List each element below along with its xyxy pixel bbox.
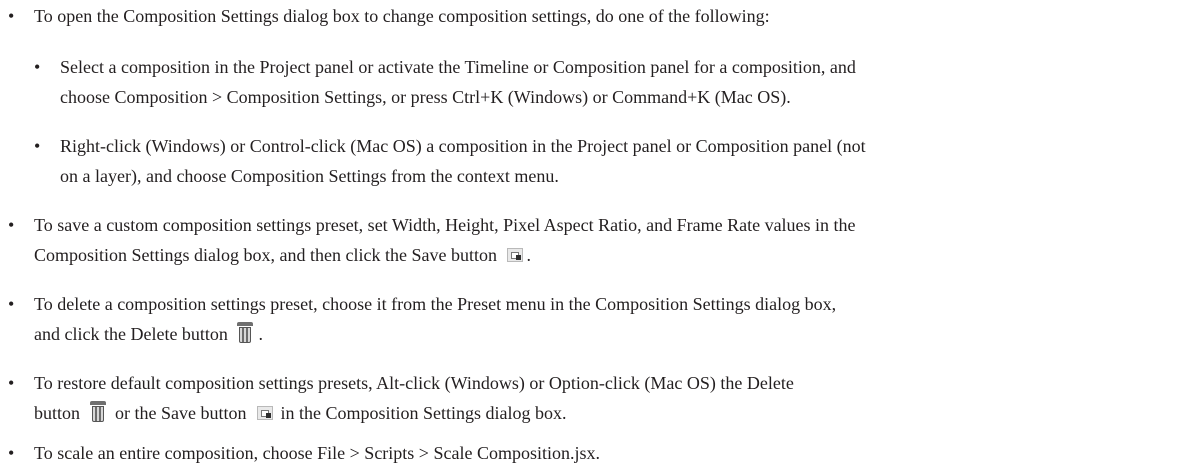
list-item-text-line: Select a composition in the Project pane… xyxy=(60,57,856,77)
list-item: • To open the Composition Settings dialo… xyxy=(8,3,1184,29)
bullet: • xyxy=(8,373,15,393)
bullet: • xyxy=(8,443,15,463)
list-item: • Right-click (Windows) or Control-click… xyxy=(34,133,1180,189)
list-item-text-line: Right-click (Windows) or Control-click (… xyxy=(60,136,866,156)
list-item: • To save a custom composition settings … xyxy=(8,212,1184,268)
text-fragment: in the Composition Settings dialog box. xyxy=(276,403,567,423)
list-item: • To delete a composition settings prese… xyxy=(8,291,1184,347)
list-item-text-line: on a layer), and choose Composition Sett… xyxy=(60,166,559,186)
list-item-text: To scale an entire composition, choose F… xyxy=(34,443,600,463)
list-item: • To restore default composition setting… xyxy=(8,370,1184,426)
list-item-text-line: To save a custom composition settings pr… xyxy=(34,215,856,235)
text-fragment: button xyxy=(34,403,85,423)
bullet: • xyxy=(34,57,41,77)
text-fragment: . xyxy=(258,324,263,344)
trash-icon xyxy=(236,321,254,344)
text-fragment: . xyxy=(526,245,531,265)
list-item-text: To open the Composition Settings dialog … xyxy=(34,6,770,26)
save-icon xyxy=(257,405,273,420)
bullet: • xyxy=(8,215,15,235)
text-fragment: or the Save button xyxy=(110,403,251,423)
text-fragment: Composition Settings dialog box, and the… xyxy=(34,245,502,265)
list-item-text-line: To delete a composition settings preset,… xyxy=(34,294,837,314)
list-item-text-line: To restore default composition settings … xyxy=(34,373,794,393)
list-item-text-line: button or the Save button in the Composi… xyxy=(34,400,1184,426)
trash-icon xyxy=(89,400,107,423)
list-item-text-line: choose Composition > Composition Setting… xyxy=(60,87,791,107)
text-fragment: and click the Delete button xyxy=(34,324,233,344)
bullet: • xyxy=(34,136,41,156)
list-item: • Select a composition in the Project pa… xyxy=(34,54,1180,110)
list-item-text-line: and click the Delete button . xyxy=(34,321,1184,347)
list-item-text-line: Composition Settings dialog box, and the… xyxy=(34,242,1184,268)
save-icon xyxy=(507,247,524,262)
list-item: • To scale an entire composition, choose… xyxy=(8,440,1184,466)
bullet: • xyxy=(8,6,15,26)
bullet: • xyxy=(8,294,15,314)
